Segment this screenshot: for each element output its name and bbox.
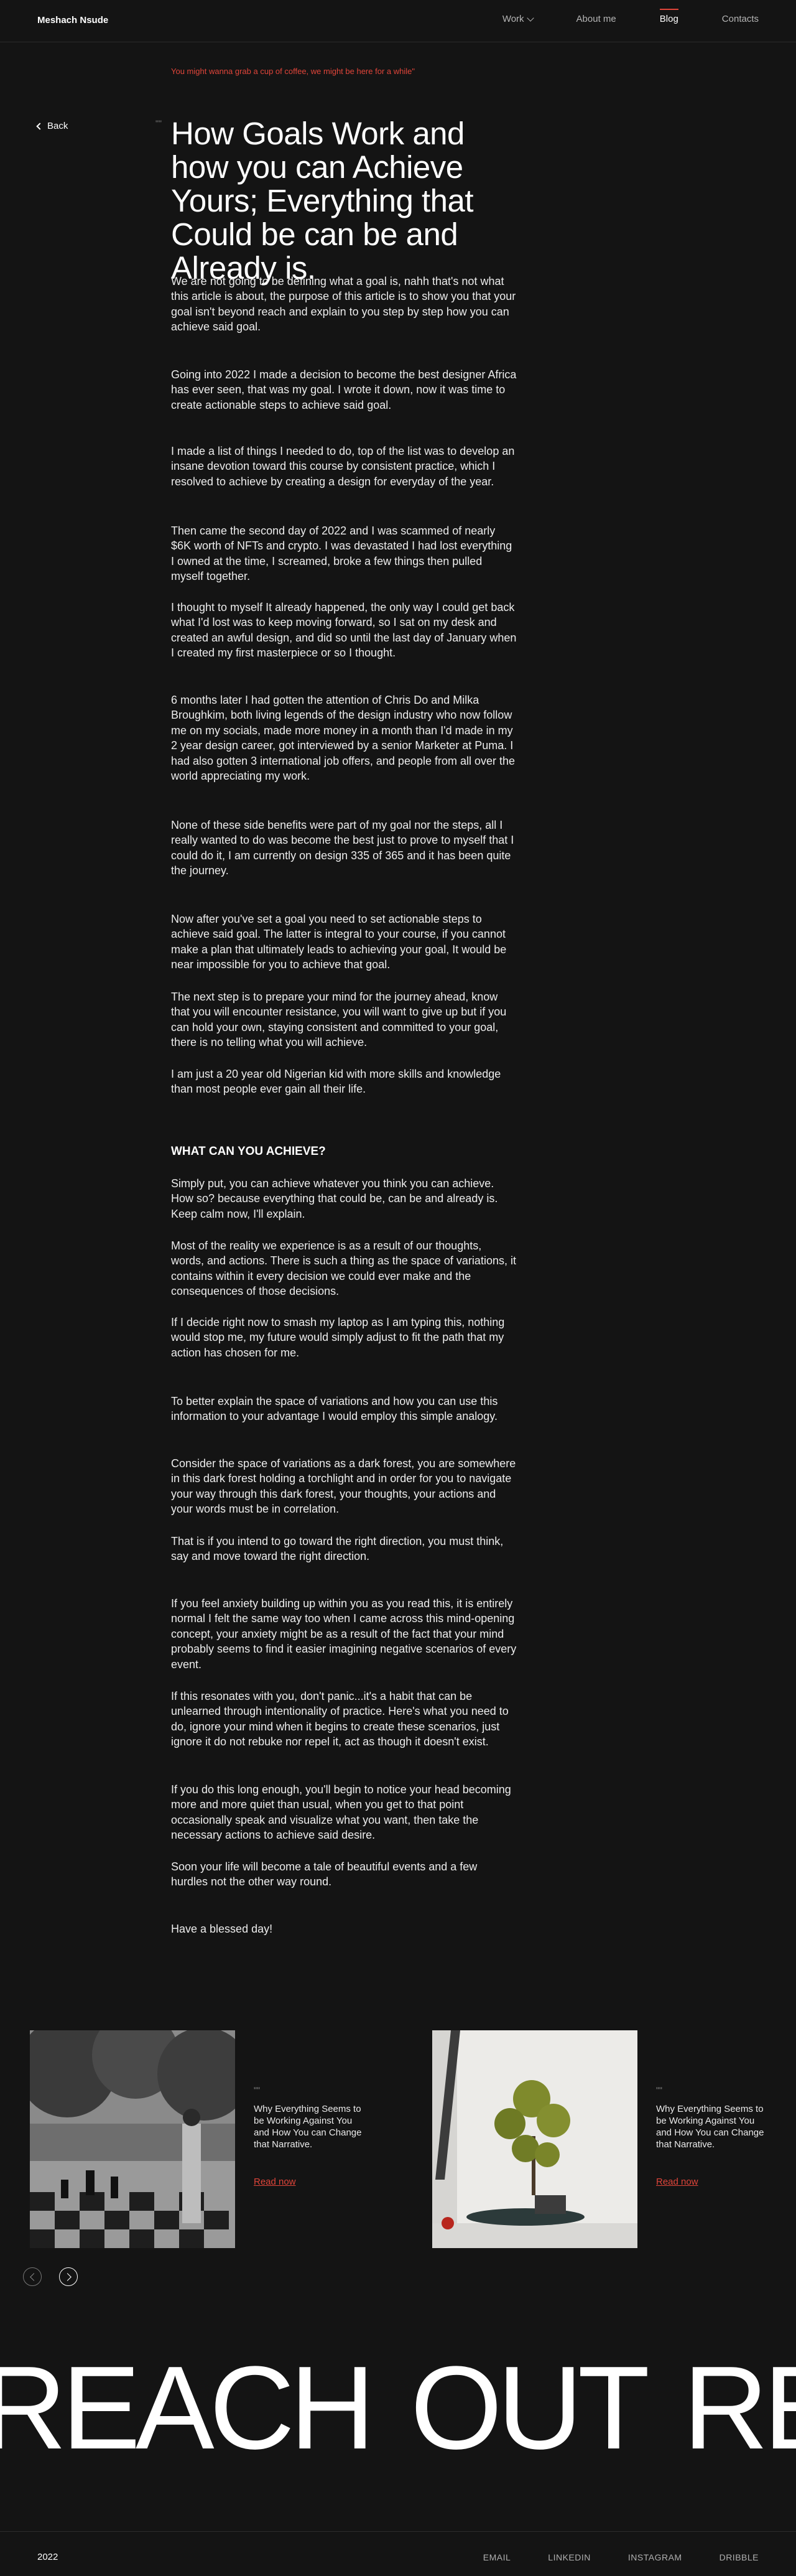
footer: 2022 EMAIL LINKEDIN INSTAGRAM DRIBBLE xyxy=(0,2531,796,2576)
article-title: How Goals Work and how you can Achieve Y… xyxy=(171,116,474,286)
paragraph: If I decide right now to smash my laptop… xyxy=(171,1316,505,1359)
paragraph: 6 months later I had gotten the attentio… xyxy=(171,694,516,783)
paragraph: If you feel anxiety building up within y… xyxy=(171,1597,517,1671)
paragraph: Going into 2022 I made a decision to bec… xyxy=(171,368,517,411)
nav-links: Work About me Blog Contacts xyxy=(502,9,759,24)
paragraph: None of these side benefits were part of… xyxy=(171,819,514,877)
nav-blog[interactable]: Blog xyxy=(659,9,678,24)
paragraph: The next step is to prepare your mind fo… xyxy=(171,991,507,1049)
back-button[interactable]: Back xyxy=(36,121,68,131)
carousel-prev-button[interactable] xyxy=(23,2267,42,2286)
footer-link-linkedin[interactable]: LINKEDIN xyxy=(548,2552,591,2562)
paragraph: We are not going to be defining what a g… xyxy=(171,275,516,334)
chess-photo-illustration xyxy=(30,2030,235,2248)
nav-contacts[interactable]: Contacts xyxy=(722,14,759,24)
card-quote-mark: "" xyxy=(254,2085,260,2095)
coffee-note: You might wanna grab a cup of coffee, we… xyxy=(171,67,415,76)
read-now-link[interactable]: Read now xyxy=(254,2177,296,2187)
footer-link-instagram[interactable]: INSTAGRAM xyxy=(628,2552,682,2562)
card-quote-mark: "" xyxy=(656,2085,662,2095)
back-label: Back xyxy=(47,121,68,131)
bonsai-photo-illustration xyxy=(432,2030,637,2248)
footer-link-email[interactable]: EMAIL xyxy=(483,2552,511,2562)
section-heading: WHAT CAN YOU ACHIEVE? xyxy=(171,1145,326,1158)
chevron-down-icon xyxy=(526,14,534,22)
paragraph: Then came the second day of 2022 and I w… xyxy=(171,525,512,583)
marquee-text: REACH OUT REACH OUT REACH OUT xyxy=(0,2346,796,2470)
card-title: Why Everything Seems to be Working Again… xyxy=(656,2104,764,2150)
read-now-link[interactable]: Read now xyxy=(656,2177,698,2187)
paragraph: I am just a 20 year old Nigerian kid wit… xyxy=(171,1068,501,1096)
nav-work-label: Work xyxy=(502,14,524,24)
carousel-next-button[interactable] xyxy=(59,2267,78,2286)
footer-year: 2022 xyxy=(37,2552,58,2562)
card-title: Why Everything Seems to be Working Again… xyxy=(254,2104,362,2150)
card-image-chess[interactable] xyxy=(30,2030,235,2248)
paragraph: To better explain the space of variation… xyxy=(171,1395,498,1423)
arrow-left-icon xyxy=(30,2273,38,2281)
brand-logo[interactable]: Meshach Nsude xyxy=(37,15,108,26)
nav-about[interactable]: About me xyxy=(576,14,616,24)
paragraph: Have a blessed day! xyxy=(171,1923,273,1935)
paragraph: That is if you intend to go toward the r… xyxy=(171,1535,504,1563)
paragraph: I thought to myself It already happened,… xyxy=(171,601,517,660)
nav-work[interactable]: Work xyxy=(502,14,534,24)
quote-mark: "" xyxy=(155,118,162,128)
paragraph: Simply put, you can achieve whatever you… xyxy=(171,1177,498,1220)
back-arrow-icon xyxy=(36,122,44,130)
paragraph: I made a list of things I needed to do, … xyxy=(171,445,515,488)
top-nav: Meshach Nsude Work About me Blog Contact… xyxy=(0,0,796,42)
paragraph: Now after you've set a goal you need to … xyxy=(171,913,507,971)
arrow-right-icon xyxy=(63,2273,72,2281)
footer-links: EMAIL LINKEDIN INSTAGRAM DRIBBLE xyxy=(483,2552,759,2562)
paragraph: Most of the reality we experience is as … xyxy=(171,1239,516,1298)
paragraph: Consider the space of variations as a da… xyxy=(171,1457,516,1516)
card-image-bonsai[interactable] xyxy=(432,2030,637,2248)
paragraph: If you do this long enough, you'll begin… xyxy=(171,1783,511,1842)
paragraph: If this resonates with you, don't panic.… xyxy=(171,1690,509,1748)
footer-link-dribble[interactable]: DRIBBLE xyxy=(720,2552,759,2562)
reach-out-marquee[interactable]: REACH OUT REACH OUT REACH OUT xyxy=(0,2346,796,2470)
paragraph: Soon your life will become a tale of bea… xyxy=(171,1860,478,1888)
